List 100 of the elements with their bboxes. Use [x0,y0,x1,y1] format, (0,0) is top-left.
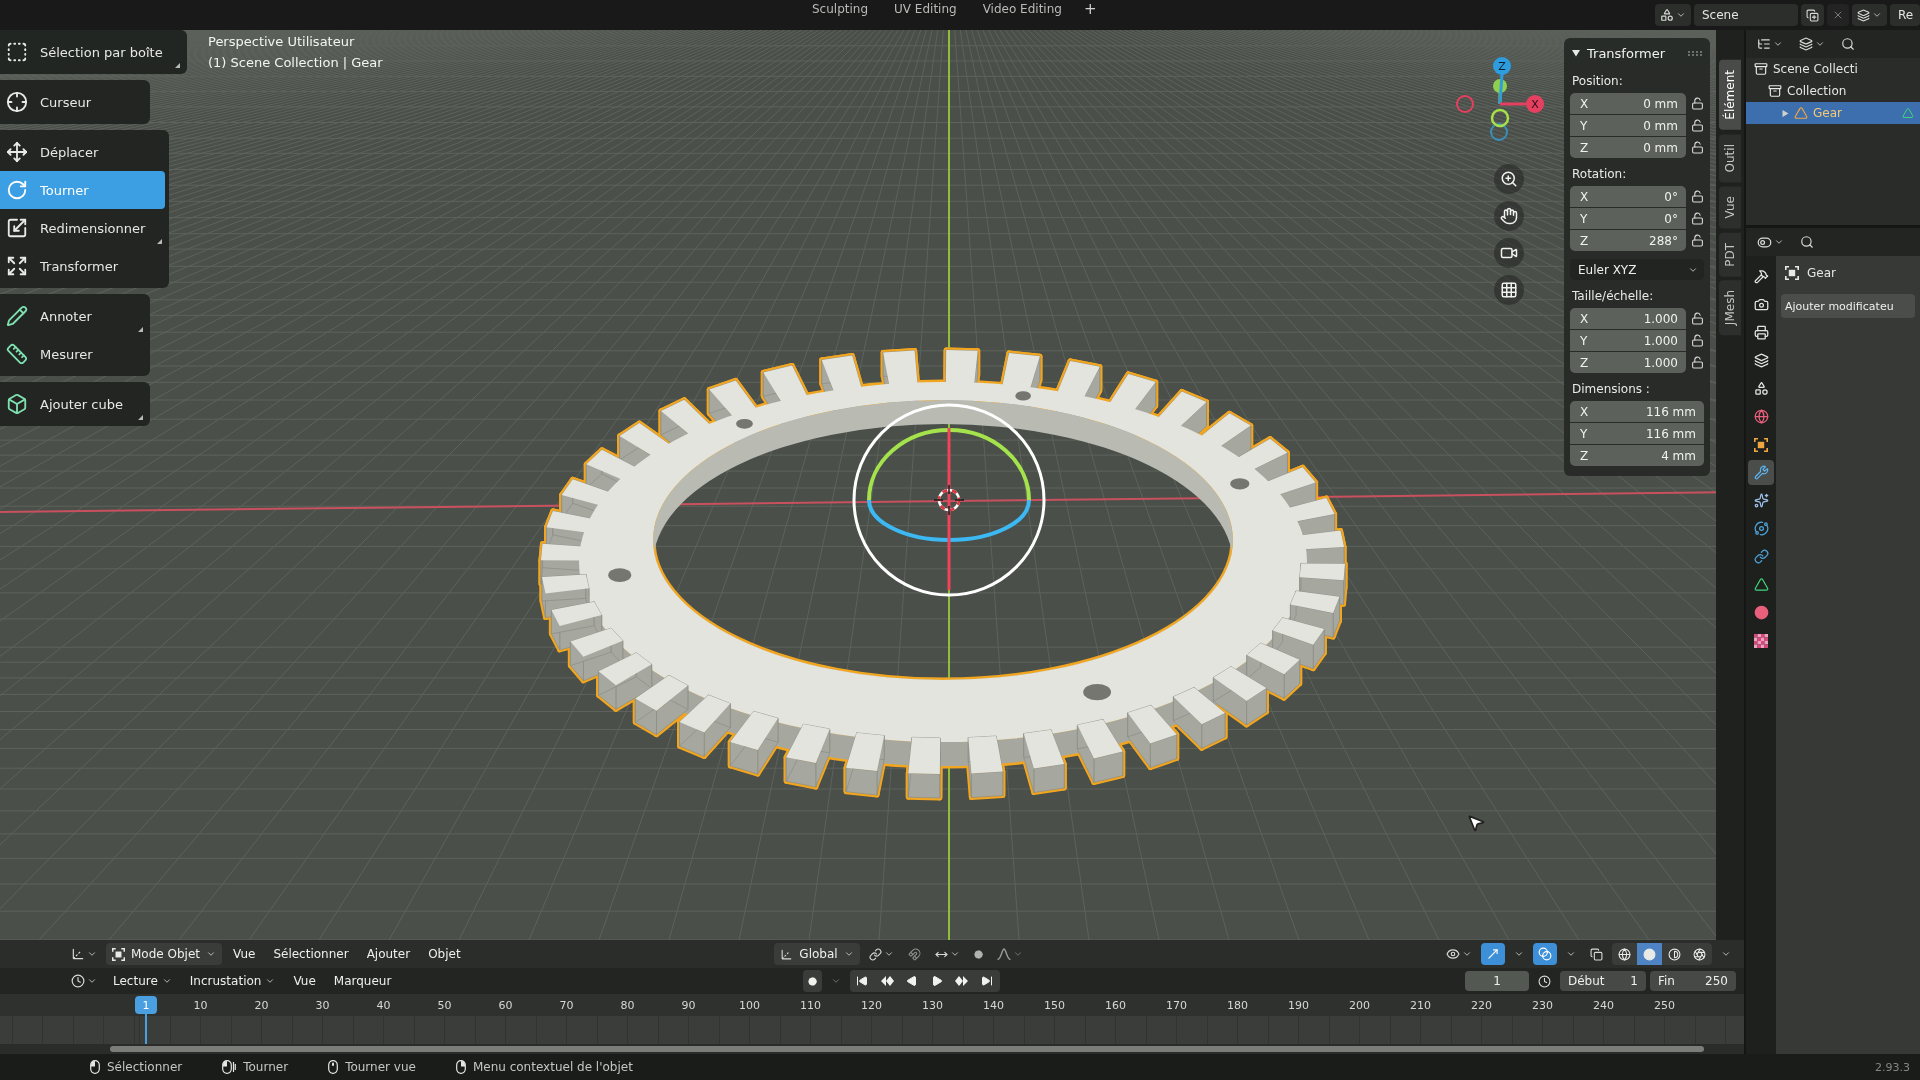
workspace-tab[interactable]: UV Editing [882,0,969,18]
z-axis-handle[interactable]: Z [1493,57,1511,105]
add-workspace-button[interactable]: + [1075,0,1105,18]
hammer-icon [1753,269,1769,284]
number-field[interactable]: Z 4 mm [1570,445,1704,466]
menu-item[interactable]: Vue [226,943,263,965]
clock-icon [71,974,85,988]
number-field[interactable]: Y 0° [1570,208,1686,229]
open-padlock-icon[interactable] [1691,334,1704,347]
frame-number: 30 [314,998,331,1012]
tool-button[interactable]: Déplacer [0,133,166,171]
menu-item[interactable]: Marqueur [326,970,399,992]
add-modifier-button[interactable]: Ajouter modificateu [1781,294,1915,318]
horizontal-scrollbar[interactable] [0,1044,1744,1054]
copy-plus-icon [1806,8,1819,22]
version-label: 2.93.3 [1875,1060,1910,1074]
zoom-button[interactable] [1494,164,1524,194]
number-field[interactable]: X 116 mm [1570,401,1704,422]
new-scene-button[interactable] [1801,4,1824,26]
menu-item[interactable]: Lecture [106,970,179,992]
tool-button[interactable]: Redimensionner [0,209,166,247]
checkerboard-icon [1754,633,1768,648]
tool-button[interactable]: Mesurer [0,335,146,373]
link-icon [868,947,882,961]
chevron-down-icon [1012,949,1023,959]
number-field[interactable]: Y 116 mm [1570,423,1704,444]
eye-icon [1446,947,1460,961]
number-field[interactable]: Z 288° [1570,230,1686,251]
number-field[interactable]: X 0 mm [1570,93,1686,114]
current-frame-field[interactable]: 1 [1465,971,1529,991]
section-label: Dimensions : [1572,382,1651,396]
orientation-dropdown[interactable]: Global [774,943,860,965]
tool-button[interactable]: Transformer [0,247,166,285]
outliner-row[interactable]: Collection [1746,80,1920,102]
right-triangle-icon[interactable] [1782,109,1789,117]
rotation-mode-dropdown[interactable]: Euler XYZ [1570,259,1704,280]
x-axis-handle[interactable]: X [1500,95,1544,113]
outliner-row[interactable]: Scene Collecti [1746,58,1920,80]
tool-button[interactable]: Annoter [0,297,146,335]
list-tree-icon [1757,37,1771,51]
end-frame-field[interactable]: Fin 250 [1650,971,1736,991]
frame-number: 230 [1531,998,1554,1012]
menu-item[interactable]: Incrustation [182,970,283,992]
tool-button[interactable]: Sélection par boîte [0,33,183,71]
sidebar-tab[interactable]: PDT [1719,232,1741,277]
orthographic-toggle-button[interactable] [1494,275,1524,305]
transform-panel-header[interactable]: Transformer [1570,41,1704,65]
shapes-icon [1753,381,1769,396]
menu-item[interactable]: Sélectionner [266,943,356,965]
number-field[interactable]: X 1.000 [1570,308,1686,329]
tool-button[interactable]: Ajouter cube [0,385,146,423]
sidebar-tab[interactable]: Élément [1719,60,1741,130]
open-padlock-icon[interactable] [1691,234,1704,247]
workspace-tab[interactable]: Video Editing [970,0,1074,18]
number-field[interactable]: X 0° [1570,186,1686,207]
open-padlock-icon[interactable] [1691,190,1704,203]
pan-button[interactable] [1494,201,1524,231]
workspace-tab[interactable]: Sculpting [800,0,881,18]
start-frame-field[interactable]: Début 1 [1560,971,1646,991]
dashed-square-icon [6,41,28,63]
open-padlock-icon[interactable] [1691,212,1704,225]
sidebar-tab[interactable]: Outil [1719,133,1741,183]
auto-keying-button[interactable] [802,970,822,992]
open-padlock-icon[interactable] [1691,356,1704,369]
tool-button[interactable]: Curseur [0,83,146,121]
rotate-gizmo[interactable] [852,403,1046,597]
camera-view-button[interactable] [1494,238,1524,268]
number-field[interactable]: Z 0 mm [1570,137,1686,158]
open-padlock-icon[interactable] [1691,141,1704,154]
sidebar-tab[interactable]: JMesh [1719,280,1741,336]
menu-item[interactable]: Objet [421,943,468,965]
open-padlock-icon[interactable] [1691,119,1704,132]
play-icon [931,975,943,987]
gizmo-toggle-button[interactable] [1481,943,1505,965]
menu-item[interactable]: Vue [286,970,323,992]
sidebar-tab[interactable]: Vue [1719,186,1741,229]
view-layer-name-field[interactable]: Re [1890,4,1920,26]
negative-y-axis-handle[interactable] [1490,123,1508,141]
object-square-icon [1785,266,1799,280]
open-padlock-icon[interactable] [1691,97,1704,110]
frame-number: 150 [1043,998,1066,1012]
section-label: Taille/échelle: [1572,289,1655,303]
view-name: Perspective Utilisateur [208,34,356,49]
number-field[interactable]: Z 1.000 [1570,352,1686,373]
scene-name-field[interactable]: Scene [1694,4,1798,26]
number-field[interactable]: Y 1.000 [1570,330,1686,351]
frame-number: 210 [1409,998,1432,1012]
number-field[interactable]: Y 0 mm [1570,115,1686,136]
menu-item[interactable]: Ajouter [359,943,418,965]
object-square-icon [1754,437,1768,452]
triangle-icon [1902,107,1914,119]
frame-number: 70 [558,998,575,1012]
overlays-toggle-button[interactable] [1533,943,1557,965]
view-layer-browse-button[interactable] [1852,4,1887,26]
scene-browse-button[interactable] [1655,4,1691,26]
y-axis-front-handle[interactable] [1490,108,1510,128]
mode-dropdown[interactable]: Mode Objet [106,943,222,965]
remove-scene-button[interactable] [1827,4,1849,26]
open-padlock-icon[interactable] [1691,312,1704,325]
negative-x-axis-handle[interactable] [1456,95,1474,113]
